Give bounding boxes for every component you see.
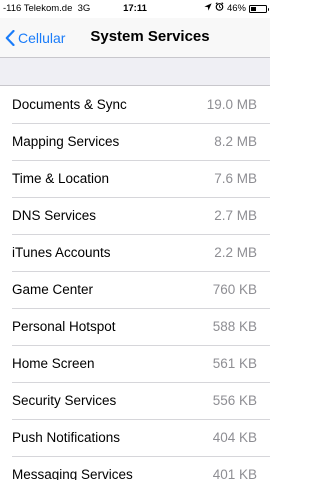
page-title: System Services [90,28,210,45]
list-item: Home Screen 561 KB [0,345,270,382]
service-name: Mapping Services [12,134,120,149]
alarm-icon [215,0,224,18]
list-item: Push Notifications 404 KB [0,419,270,456]
service-name: Documents & Sync [12,97,127,112]
service-usage: 588 KB [212,319,257,334]
services-list: Documents & Sync 19.0 MB Mapping Services 8… [0,86,270,480]
service-usage: 7.6 MB [214,171,257,186]
service-name: DNS Services [12,208,97,223]
section-header-spacer [0,58,270,86]
service-name: iTunes Accounts [12,245,111,260]
list-item: Game Center 760 KB [0,271,270,308]
service-usage: 2.2 MB [214,245,257,260]
service-name: Personal Hotspot [12,319,116,334]
service-usage: 401 KB [212,467,257,480]
service-usage: 404 KB [212,430,257,445]
service-usage: 8.2 MB [214,134,257,149]
list-item: DNS Services 2.7 MB [0,197,270,234]
service-usage: 2.7 MB [214,208,257,223]
service-name: Game Center [12,282,94,297]
service-usage: 760 KB [212,282,257,297]
service-name: Time & Location [12,171,110,186]
list-item: Security Services 556 KB [0,382,270,419]
service-usage: 556 KB [212,393,257,408]
list-item: Time & Location 7.6 MB [0,160,270,197]
service-usage: 19.0 MB [206,97,257,112]
service-name: Security Services [12,393,117,408]
list-item: Mapping Services 8.2 MB [0,123,270,160]
list-item: Personal Hotspot 588 KB [0,308,270,345]
list-item: Documents & Sync 19.0 MB [0,86,270,123]
service-name: Home Screen [12,356,95,371]
location-arrow-icon [204,0,212,18]
navigation-bar: Cellular System Services [0,18,270,58]
service-name: Messaging Services [12,467,133,480]
battery-fill [251,7,257,11]
service-name: Push Notifications [12,430,121,445]
service-usage: 561 KB [212,356,257,371]
list-item: Messaging Services 401 KB [0,456,270,480]
status-right-group: 46% [204,0,269,18]
list-item: iTunes Accounts 2.2 MB [0,234,270,271]
status-bar: -116 Telekom.de 3G 17:11 46% [0,0,270,18]
battery-icon [249,5,269,13]
battery-percent: 46% [226,3,246,14]
